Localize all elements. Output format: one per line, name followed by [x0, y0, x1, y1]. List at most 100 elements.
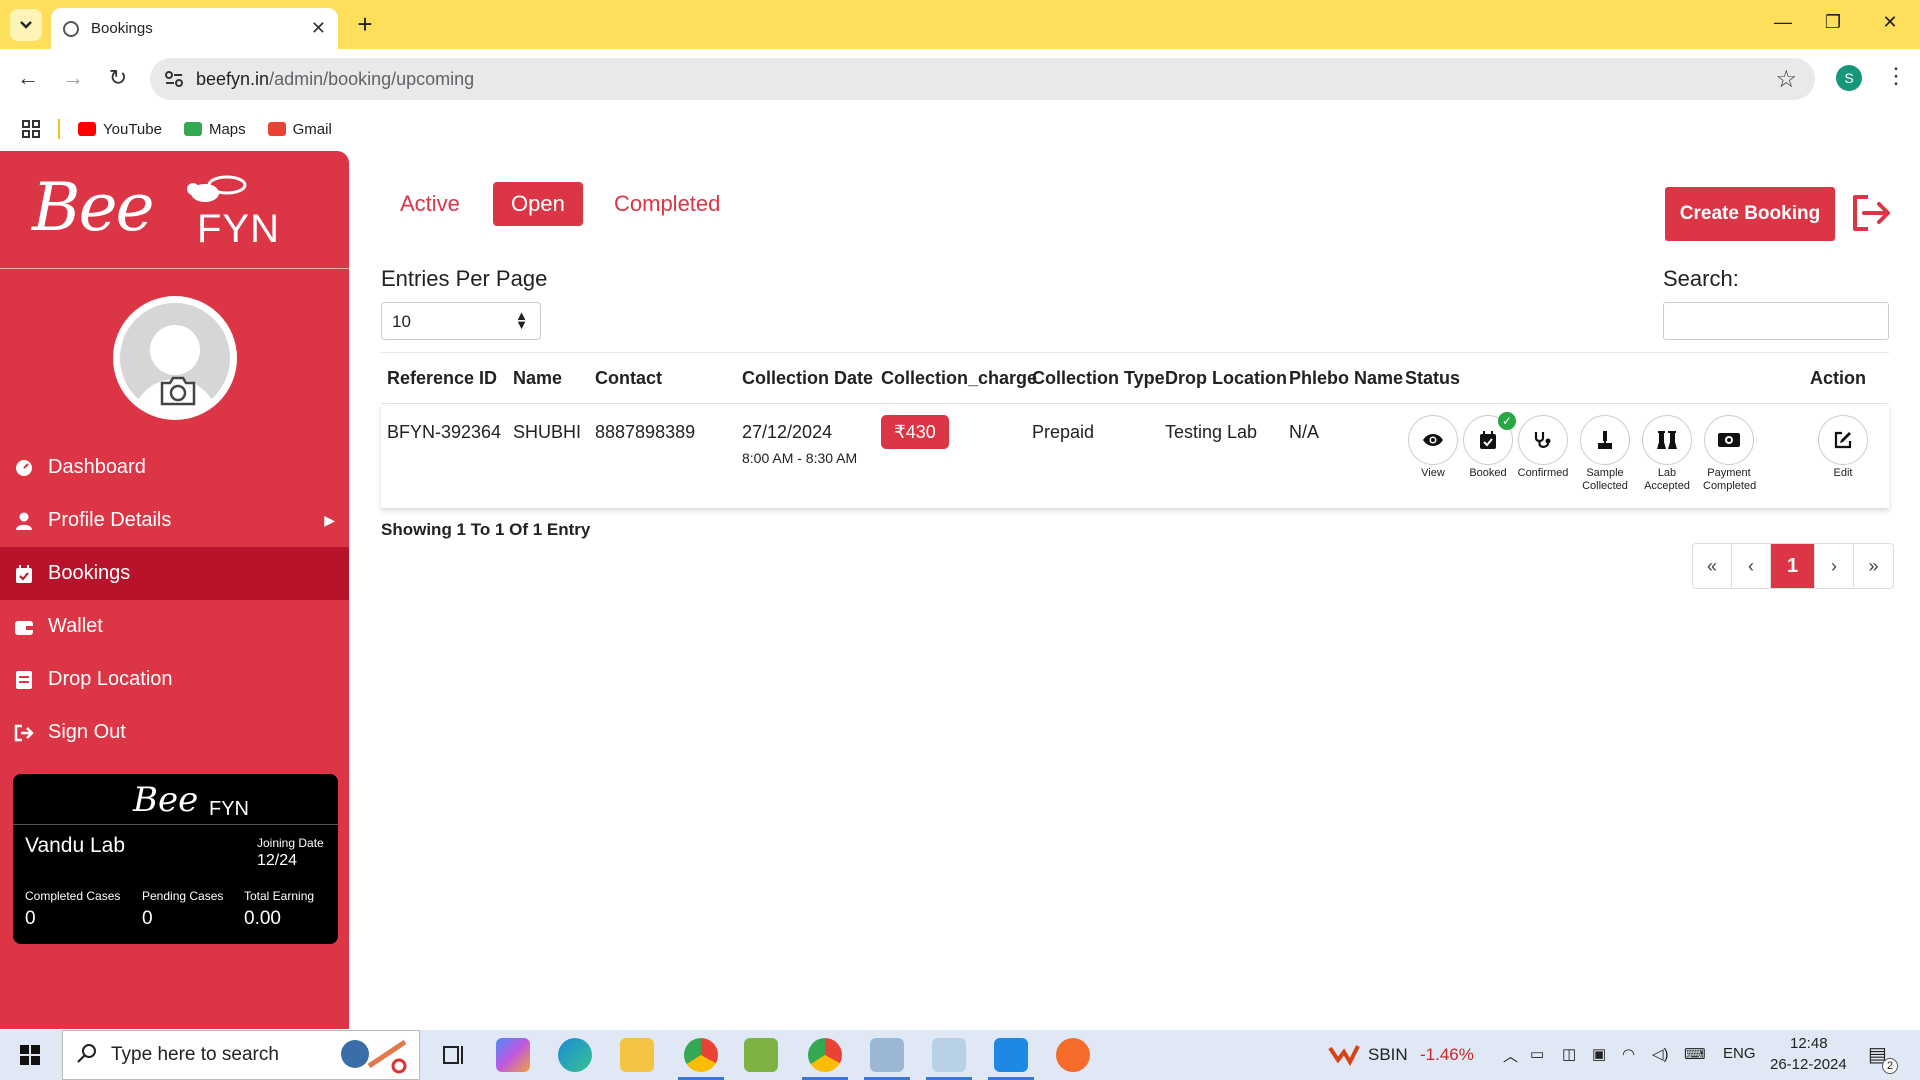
restore-button[interactable]: ❐: [1818, 12, 1848, 33]
bookmark-maps[interactable]: Maps: [183, 121, 246, 138]
col-contact[interactable]: Contact: [595, 368, 662, 389]
close-tab-icon[interactable]: ✕: [311, 18, 326, 39]
meet-icon[interactable]: ◫: [1562, 1045, 1576, 1063]
browser-tab-bar: Bookings ✕ + — ❐ ✕: [0, 0, 1920, 49]
sidebar-item-bookings[interactable]: Bookings: [0, 547, 349, 600]
browser-menu-icon[interactable]: ⋮: [1885, 63, 1907, 89]
page-first-button[interactable]: «: [1693, 544, 1732, 588]
forward-button[interactable]: →: [58, 65, 88, 91]
page-current-button[interactable]: 1: [1771, 544, 1815, 588]
language-indicator[interactable]: ENG: [1723, 1045, 1756, 1062]
wifi-icon[interactable]: ◠: [1622, 1045, 1635, 1063]
status-payment-completed-button[interactable]: Payment Completed: [1703, 415, 1756, 493]
status-label: Lab Accepted: [1644, 467, 1690, 492]
notes-app-icon[interactable]: [932, 1038, 966, 1072]
sidebar-item-label: Profile Details: [48, 509, 172, 531]
close-window-button[interactable]: ✕: [1875, 12, 1905, 33]
col-drop-location[interactable]: Drop Location: [1165, 368, 1287, 389]
status-confirmed-button[interactable]: Confirmed: [1517, 415, 1569, 480]
bookmark-gmail[interactable]: Gmail: [267, 121, 332, 138]
task-view-icon[interactable]: [436, 1038, 470, 1072]
entries-value: 10: [392, 312, 411, 331]
tab-title: Bookings: [91, 20, 153, 37]
brand-logo[interactable]: Bee FYN: [0, 151, 349, 269]
bookmarks-bar: YouTube Maps Gmail: [0, 108, 1920, 150]
battery-icon[interactable]: ▭: [1530, 1045, 1544, 1063]
clock-date[interactable]: 26-12-2024: [1770, 1056, 1847, 1073]
col-action[interactable]: Action: [1810, 368, 1866, 389]
file-explorer-icon[interactable]: [620, 1038, 654, 1072]
cell-contact: 8887898389: [595, 422, 696, 442]
status-lab-accepted-button[interactable]: Lab Accepted: [1641, 415, 1693, 493]
chrome-icon[interactable]: [684, 1038, 718, 1072]
sidebar-item-dashboard[interactable]: Dashboard: [0, 441, 349, 494]
eye-icon: [1408, 415, 1458, 465]
col-name[interactable]: Name: [513, 368, 562, 389]
tab-search-button[interactable]: [10, 9, 42, 41]
new-tab-button[interactable]: +: [350, 10, 380, 40]
col-collection-type[interactable]: Collection Type: [1032, 368, 1165, 389]
status-view-button[interactable]: View: [1407, 415, 1459, 480]
cell-reference-id: BFYN-392364: [387, 422, 502, 442]
col-collection-charge[interactable]: Collection_charge: [881, 368, 1037, 389]
back-button[interactable]: ←: [13, 65, 43, 91]
tray-chevron-icon[interactable]: ︿: [1503, 1045, 1518, 1066]
stock-name[interactable]: SBIN: [1368, 1045, 1408, 1065]
sidebar-item-label: Wallet: [48, 615, 103, 637]
page-prev-button[interactable]: ‹: [1732, 544, 1771, 588]
vscode-icon[interactable]: [994, 1038, 1028, 1072]
apps-grid-icon[interactable]: [22, 120, 40, 138]
tab-open[interactable]: Open: [493, 182, 583, 226]
volume-icon[interactable]: ◁): [1652, 1045, 1669, 1063]
logout-icon[interactable]: [1850, 193, 1894, 233]
search-input[interactable]: [1663, 302, 1889, 340]
windows-start-icon[interactable]: [20, 1045, 40, 1065]
tab-active[interactable]: Active: [382, 182, 478, 226]
chrome-profile-icon[interactable]: [808, 1038, 842, 1072]
address-bar[interactable]: beefyn.in/admin/booking/upcoming ☆: [150, 58, 1815, 100]
create-booking-button[interactable]: Create Booking: [1665, 187, 1835, 241]
status-sample-collected-button[interactable]: Sample Collected: [1579, 415, 1631, 493]
sidebar-item-sign-out[interactable]: Sign Out: [0, 706, 349, 759]
joining-date-label: Joining Date: [257, 836, 324, 850]
postman-icon[interactable]: [1056, 1038, 1090, 1072]
reload-button[interactable]: ↻: [103, 65, 133, 91]
col-collection-date[interactable]: Collection Date: [742, 368, 873, 389]
tab-completed[interactable]: Completed: [596, 182, 738, 226]
page-last-button[interactable]: »: [1854, 544, 1893, 588]
avatar[interactable]: [113, 296, 237, 420]
card-logo-text: FYN: [209, 798, 249, 820]
bookmark-youtube[interactable]: YouTube: [78, 121, 162, 138]
paint-app-icon[interactable]: [744, 1038, 778, 1072]
camera-icon[interactable]: [158, 375, 198, 407]
col-phlebo-name[interactable]: Phlebo Name: [1289, 368, 1403, 389]
table-header: Reference ID Name Contact Collection Dat…: [381, 352, 1889, 404]
col-reference-id[interactable]: Reference ID: [387, 368, 497, 389]
display-icon[interactable]: ▣: [1592, 1045, 1606, 1063]
sidebar-item-label: Bookings: [48, 562, 131, 584]
gmail-icon: [267, 122, 286, 136]
lab-name: Vandu Lab: [25, 834, 126, 857]
entries-per-page-select[interactable]: 10 ▲ ▼: [381, 302, 541, 340]
minimize-button[interactable]: —: [1768, 12, 1798, 33]
keyboard-icon[interactable]: ⌨: [1684, 1045, 1706, 1063]
profile-avatar[interactable]: S: [1836, 65, 1862, 91]
clock-time[interactable]: 12:48: [1790, 1035, 1828, 1052]
cell-collection-time: 8:00 AM - 8:30 AM: [742, 450, 858, 466]
sidebar-item-drop-location[interactable]: Drop Location: [0, 653, 349, 706]
bookmark-star-icon[interactable]: ☆: [1775, 65, 1797, 94]
browser-tab[interactable]: Bookings ✕: [51, 8, 338, 49]
sidebar-item-wallet[interactable]: Wallet: [0, 600, 349, 653]
stock-change: -1.46%: [1420, 1045, 1474, 1064]
taskbar-search-input[interactable]: Type here to search: [62, 1030, 420, 1080]
copilot-icon[interactable]: [496, 1038, 530, 1072]
total-earning-value: 0.00: [244, 908, 281, 929]
col-status[interactable]: Status: [1405, 368, 1460, 389]
page-next-button[interactable]: ›: [1815, 544, 1854, 588]
sidebar-item-profile-details[interactable]: Profile Details ▶: [0, 494, 349, 547]
network-app-icon[interactable]: [870, 1038, 904, 1072]
edge-icon[interactable]: [558, 1038, 592, 1072]
status-booked-button[interactable]: ✓ Booked: [1462, 412, 1516, 480]
edit-button[interactable]: Edit: [1817, 415, 1869, 480]
site-settings-icon[interactable]: [164, 70, 184, 88]
